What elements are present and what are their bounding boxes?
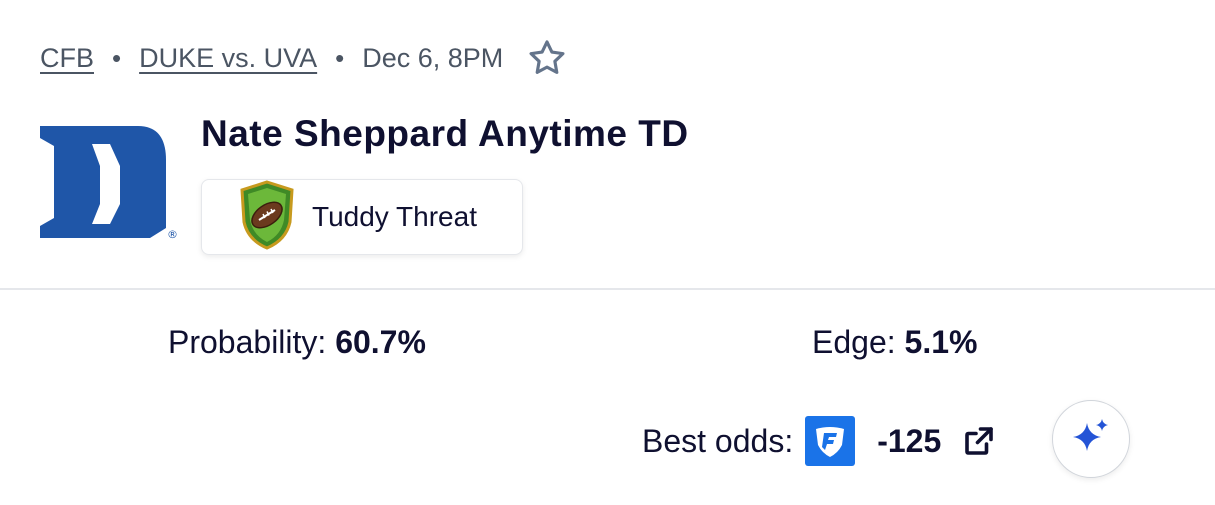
best-odds-value: -125 <box>877 422 942 459</box>
best-odds-label: Best odds: <box>642 422 794 459</box>
breadcrumb-separator: • <box>112 42 122 73</box>
divider <box>0 288 1215 290</box>
probability-stat: Probability: 60.7% <box>168 324 426 361</box>
duke-logo: ® <box>40 126 180 242</box>
edge-label: Edge: <box>812 324 896 360</box>
svg-text:®: ® <box>167 228 178 241</box>
edge-value: 5.1% <box>904 324 978 360</box>
external-link-icon[interactable] <box>959 421 999 461</box>
football-shield-icon <box>238 179 296 255</box>
best-odds-row: Best odds: -125 <box>642 416 999 466</box>
breadcrumb: CFB • DUKE vs. UVA • Dec 6, 8PM <box>40 36 569 80</box>
fanduel-icon[interactable] <box>805 416 856 466</box>
probability-value: 60.7% <box>335 324 426 360</box>
edge-stat: Edge: 5.1% <box>812 324 977 361</box>
star-icon[interactable] <box>525 36 569 80</box>
breadcrumb-separator: • <box>335 42 345 73</box>
tuddy-threat-badge[interactable]: Tuddy Threat <box>201 179 523 255</box>
bet-title: Nate Sheppard Anytime TD <box>201 113 689 154</box>
sparkle-icon <box>1069 415 1113 464</box>
breadcrumb-league-link[interactable]: CFB <box>40 43 94 74</box>
probability-label: Probability: <box>168 324 327 360</box>
ai-assistant-button[interactable] <box>1052 400 1130 478</box>
badge-label: Tuddy Threat <box>312 201 477 232</box>
breadcrumb-game-link[interactable]: DUKE vs. UVA <box>139 43 317 74</box>
game-time: Dec 6, 8PM <box>362 42 504 73</box>
